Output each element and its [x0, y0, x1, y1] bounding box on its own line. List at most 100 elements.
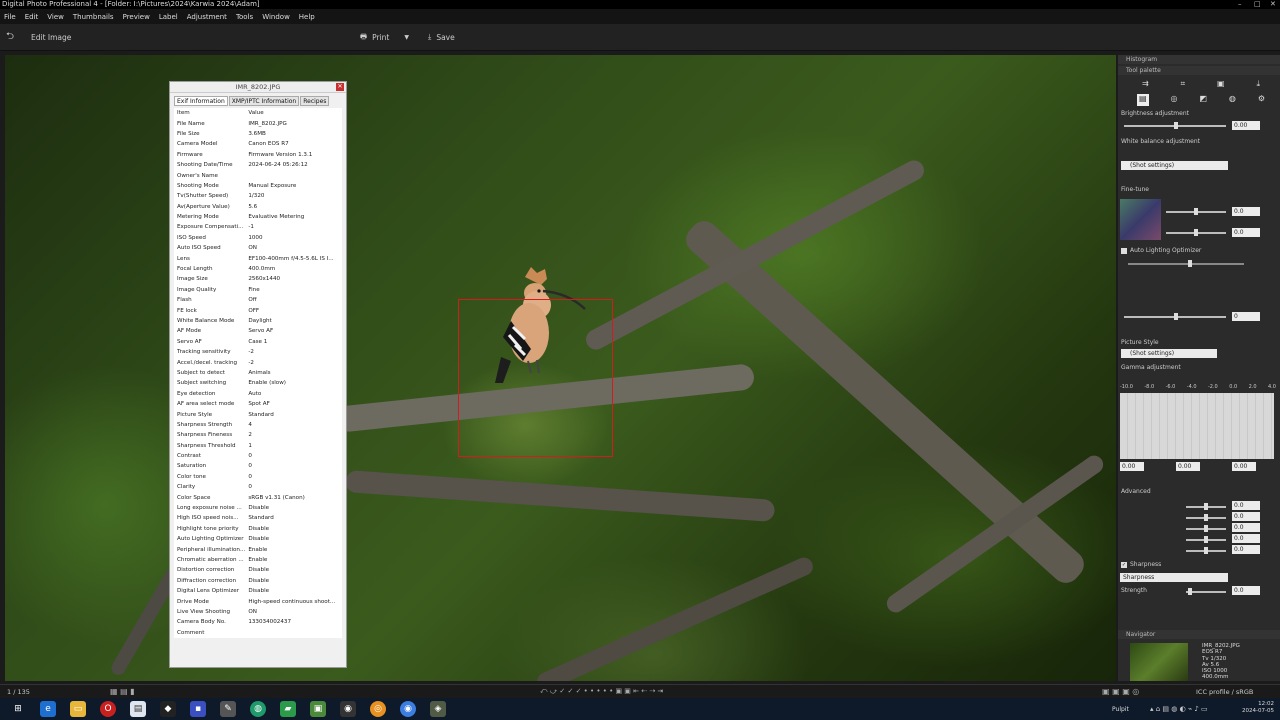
print-button[interactable]: 🖶 Print ▼ — [360, 30, 409, 44]
sharpness-select[interactable]: Sharpness — [1120, 573, 1228, 582]
table-row[interactable]: Subject switching Enable (slow) — [174, 378, 342, 388]
batman-icon[interactable]: ◆ — [160, 701, 176, 717]
advanced-slider-3[interactable] — [1186, 525, 1226, 532]
tool-palette-header[interactable]: Tool palette — [1118, 66, 1280, 75]
table-row[interactable]: Color tone 0 — [174, 472, 342, 482]
slider-knob[interactable] — [1194, 208, 1198, 215]
advanced-input-1[interactable]: 0.0 — [1232, 501, 1260, 510]
table-row[interactable]: Picture Style Standard — [174, 409, 342, 419]
chevron-down-icon[interactable]: ▼ — [404, 34, 409, 41]
advanced-slider-2[interactable] — [1186, 514, 1226, 521]
clarity-input[interactable]: 0 — [1232, 312, 1260, 321]
color-icon[interactable]: ◍ — [1229, 94, 1236, 106]
table-row[interactable]: Image Size 2560x1440 — [174, 274, 342, 284]
table-row[interactable]: Eye detection Auto — [174, 389, 342, 399]
table-row[interactable]: Subject to detect Animals — [174, 368, 342, 378]
lens-icon[interactable]: ◎ — [1170, 94, 1177, 106]
clarity-slider[interactable] — [1124, 313, 1226, 320]
advanced-input-3[interactable]: 0.0 — [1232, 523, 1260, 532]
slider-knob[interactable] — [1194, 229, 1198, 236]
table-row[interactable]: Sharpness Strength 4 — [174, 420, 342, 430]
table-row[interactable]: FE lock OFF — [174, 305, 342, 315]
navigator-thumbnail[interactable] — [1130, 643, 1188, 681]
navigator-header[interactable]: Navigator — [1118, 630, 1280, 639]
table-row[interactable]: Owner's Name — [174, 170, 342, 180]
table-row[interactable]: Camera Model Canon EOS R7 — [174, 139, 342, 149]
table-row[interactable]: Flash Off — [174, 295, 342, 305]
table-row[interactable]: High ISO speed nois... Standard — [174, 513, 342, 523]
white-balance-select[interactable]: (Shot settings) — [1121, 161, 1228, 170]
table-row[interactable]: Drive Mode High-speed continuous shoot... — [174, 596, 342, 606]
windows-start-icon[interactable]: ⊞ — [10, 701, 26, 717]
slider-knob[interactable] — [1188, 260, 1192, 267]
advanced-input-4[interactable]: 0.0 — [1232, 534, 1260, 543]
strength-slider[interactable] — [1186, 588, 1226, 595]
table-row[interactable]: Distortion correction Disable — [174, 565, 342, 575]
table-row[interactable]: Auto Lighting Optimizer Disable — [174, 534, 342, 544]
table-row[interactable]: File Size 3.6MB — [174, 129, 342, 139]
advanced-slider-5[interactable] — [1186, 547, 1226, 554]
camera-app-icon[interactable]: ◉ — [340, 701, 356, 717]
table-row[interactable]: Firmware Firmware Version 1.3.1 — [174, 150, 342, 160]
back-button[interactable]: ⮌ — [6, 30, 14, 44]
table-row[interactable]: Diffraction correction Disable — [174, 576, 342, 586]
menu-edit[interactable]: Edit — [25, 13, 39, 21]
gamma-input-white[interactable]: 0.00 — [1232, 462, 1256, 471]
gamma-input-mid[interactable]: 0.00 — [1176, 462, 1200, 471]
picture-style-select[interactable]: (Shot settings) — [1121, 349, 1217, 358]
tray-icons[interactable]: ▴ ⌂ ▤ ◍ ◐ ⌁ ♪ ▭ — [1150, 705, 1208, 713]
output-icon[interactable]: ⤓ — [1256, 79, 1260, 91]
fine-tune-slider-2[interactable] — [1166, 229, 1226, 236]
table-row[interactable]: Tv(Shutter Speed) 1/320 — [174, 191, 342, 201]
tool-icon[interactable]: ✎ — [220, 701, 236, 717]
basic-icon[interactable]: ▤ — [1136, 94, 1149, 106]
table-row[interactable]: Chromatic aberration ... Enable — [174, 555, 342, 565]
table-row[interactable]: Camera Body No. 133034002437 — [174, 617, 342, 627]
slider-knob[interactable] — [1204, 514, 1208, 521]
gamma-input-black[interactable]: 0.00 — [1120, 462, 1144, 471]
sharpness-checkbox[interactable]: ✓ — [1121, 562, 1127, 568]
table-row[interactable]: File Name IMR_8202.JPG — [174, 118, 342, 128]
basic-adjust-icon[interactable]: ⇉ — [1142, 79, 1149, 91]
tab-exif-information[interactable]: Exif Information — [174, 96, 228, 106]
close-icon[interactable]: ✕ — [336, 83, 344, 91]
slider-knob[interactable] — [1204, 536, 1208, 543]
chrome-icon[interactable]: ◉ — [400, 701, 416, 717]
menu-label[interactable]: Label — [159, 13, 178, 21]
layout-icon[interactable]: ▣ ▣ ▣ ◎ — [1102, 687, 1139, 696]
slider-knob[interactable] — [1174, 313, 1178, 320]
fine-tune-input-1[interactable]: 0.0 — [1232, 207, 1260, 216]
menu-file[interactable]: File — [4, 13, 16, 21]
save-button[interactable]: ⤓ Save — [428, 30, 455, 44]
table-row[interactable]: Digital Lens Optimizer Disable — [174, 586, 342, 596]
minimize-icon[interactable]: – — [1238, 0, 1242, 9]
table-row[interactable]: Exposure Compensati... -1 — [174, 222, 342, 232]
slider-knob[interactable] — [1204, 525, 1208, 532]
fine-tune-input-2[interactable]: 0.0 — [1232, 228, 1260, 237]
slider-knob[interactable] — [1174, 122, 1178, 129]
alo-slider[interactable] — [1128, 260, 1244, 267]
file-explorer-icon[interactable]: ▭ — [70, 701, 86, 717]
table-row[interactable]: AF area select mode Spot AF — [174, 399, 342, 409]
table-row[interactable]: Shooting Date/Time 2024-06-24 05:26:12 — [174, 160, 342, 170]
table-row[interactable]: Peripheral illumination... Enable — [174, 544, 342, 554]
brightness-input[interactable]: 0.00 — [1232, 121, 1260, 130]
table-row[interactable]: Sharpness Threshold 1 — [174, 441, 342, 451]
slider-knob[interactable] — [1204, 503, 1208, 510]
tab-recipes[interactable]: Recipes — [300, 96, 330, 106]
rating-icon[interactable]: ⤺ ⤻ ✓ ✓ ✓ • • • • • ▣ ▣ ⇤ ⇠ ⇢ ⇥ — [540, 687, 663, 696]
table-row[interactable]: Tracking sensitivity -2 — [174, 347, 342, 357]
gear-icon[interactable]: ⚙ — [1258, 94, 1265, 106]
brightness-slider[interactable] — [1124, 122, 1226, 129]
app-icon[interactable]: ▰ — [280, 701, 296, 717]
histogram-header[interactable]: Histogram — [1118, 55, 1280, 64]
menu-adjustment[interactable]: Adjustment — [187, 13, 227, 21]
gamma-histogram[interactable] — [1120, 393, 1274, 459]
table-row[interactable]: Av(Aperture Value) 5.6 — [174, 202, 342, 212]
table-row[interactable]: Accel./decel. tracking -2 — [174, 357, 342, 367]
edge-icon[interactable]: e — [40, 701, 56, 717]
table-row[interactable]: Comment — [174, 628, 342, 638]
table-row[interactable]: Clarity 0 — [174, 482, 342, 492]
slider-knob[interactable] — [1188, 588, 1192, 595]
tone-icon[interactable]: ◩ — [1199, 94, 1207, 106]
